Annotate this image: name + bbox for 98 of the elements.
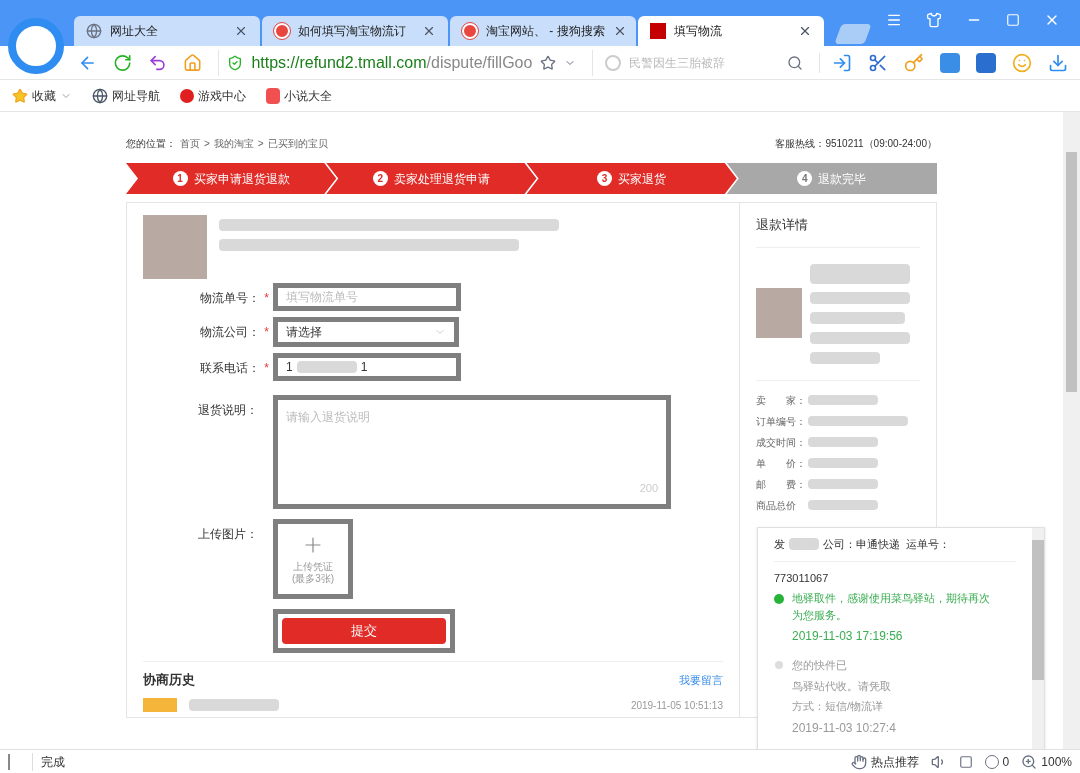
select-field[interactable]: 请选择 <box>273 317 459 347</box>
tracking-message: 方式：短信/物流详 <box>792 699 885 714</box>
status-text: 完成 <box>32 752 65 771</box>
hot-link[interactable]: 热点推荐 <box>870 752 919 771</box>
tracking-message: 您的快件已 <box>792 658 848 673</box>
sogou-logo-icon <box>274 23 290 39</box>
bookmark-link[interactable]: 收藏 <box>12 86 72 105</box>
close-icon[interactable] <box>422 24 436 38</box>
detail-label: 成交时间： <box>756 435 804 450</box>
field-value: 1 <box>286 359 293 376</box>
shirt-icon[interactable] <box>926 12 942 28</box>
blurred-text <box>296 361 357 373</box>
address-field[interactable]: https://refund2.tmall.com/dispute/fillGoo <box>218 49 577 76</box>
globe-icon <box>86 23 102 39</box>
input-field[interactable]: 1 1 <box>273 353 461 381</box>
tracking-header: 公司：申通快递 运单号： <box>823 537 951 552</box>
blurred-text <box>808 395 878 405</box>
download-icon[interactable] <box>1048 52 1068 73</box>
zoom-level: 100% <box>1041 753 1072 771</box>
required-mark: * <box>264 360 269 377</box>
panel-title: 退款详情 <box>756 215 920 248</box>
ad-count: 0 <box>1002 753 1010 771</box>
blurred-text <box>808 458 878 468</box>
blurred-text <box>808 479 878 489</box>
blurred-text <box>810 351 880 364</box>
field-label: 联系电话： <box>200 360 261 377</box>
hand-icon[interactable] <box>850 753 867 770</box>
field-label: 物流公司： <box>200 324 261 341</box>
progress-step: 4 退款完毕 <box>726 163 937 194</box>
blurred-text <box>789 538 819 551</box>
tracking-number: 773011067 <box>774 570 830 586</box>
submit-button[interactable]: 提交 <box>282 618 446 644</box>
field-label: 物流单号： <box>200 290 261 307</box>
refresh-icon[interactable] <box>113 52 133 73</box>
shield-icon <box>227 54 244 71</box>
breadcrumb-link[interactable]: 我的淘宝 <box>213 136 254 151</box>
timestamp: 2019-11-05 10:51:13 <box>630 698 723 713</box>
key-icon[interactable] <box>904 52 924 73</box>
hotline-text: 客服热线：9510211（09:00-24:00） <box>775 137 937 151</box>
search-icon[interactable] <box>787 54 803 71</box>
close-icon[interactable] <box>234 24 248 38</box>
progress-step: 3 买家退货 <box>526 163 737 194</box>
zoom-icon[interactable] <box>1021 753 1038 770</box>
breadcrumb-link[interactable]: 已买到的宝贝 <box>267 136 328 151</box>
detail-label: 邮 费： <box>756 477 804 492</box>
bookmark-link[interactable]: 网址导航 <box>92 86 160 105</box>
detail-label: 商品总价 <box>756 498 797 513</box>
field-label: 上传图片： <box>198 526 258 543</box>
bookmark-link[interactable]: 小说大全 <box>266 86 332 105</box>
breadcrumb-label: 您的位置： <box>126 137 176 151</box>
section-title: 协商历史 <box>143 671 195 689</box>
blurred-text <box>808 437 878 447</box>
home-icon[interactable] <box>183 52 203 73</box>
tmall-logo-icon <box>650 23 666 39</box>
browser-tab[interactable]: 网址大全 <box>74 16 260 46</box>
maximize-icon[interactable] <box>1006 13 1020 27</box>
scissors-icon[interactable] <box>868 52 888 73</box>
tracking-message: 地驿取件，感谢使用菜鸟驿站，期待再次为您服务。 <box>792 591 991 623</box>
blurred-text <box>808 500 878 510</box>
required-mark: * <box>264 290 269 307</box>
login-icon[interactable] <box>832 52 852 73</box>
required-mark: * <box>264 324 269 341</box>
breadcrumb-separator: > <box>204 137 210 151</box>
breadcrumb-link[interactable]: 首页 <box>180 136 200 151</box>
sogou-logo-icon <box>462 23 478 39</box>
menu-icon[interactable] <box>886 12 902 28</box>
sogou-logo-icon <box>605 54 622 71</box>
detail-label: 卖 家： <box>756 393 804 408</box>
photo-placeholder <box>756 287 802 338</box>
tracking-message: 鸟驿站代收。请凭取 <box>792 678 892 694</box>
photo-placeholder <box>143 215 207 279</box>
star-icon <box>12 87 28 104</box>
window-icon[interactable] <box>958 754 973 769</box>
progress-step: 1 买家申请退货退款 <box>126 163 337 194</box>
breadcrumb-separator: > <box>257 137 264 151</box>
bookmark-link[interactable]: 游戏中心 <box>180 86 246 105</box>
leave-message-link[interactable]: 我要留言 <box>679 671 723 688</box>
detail-label: 订单编号： <box>756 414 804 429</box>
book-logo-icon <box>266 87 280 104</box>
smiley-icon[interactable] <box>1012 52 1032 73</box>
game-logo-icon <box>180 88 194 103</box>
star-icon[interactable] <box>540 54 557 71</box>
globe-icon <box>92 87 108 104</box>
field-value: 1 <box>360 359 368 376</box>
tracking-time: 2019-11-03 17:19:56 <box>792 628 904 645</box>
close-icon[interactable] <box>798 24 812 38</box>
browser-tab[interactable]: 淘宝网站、 - 搜狗搜索 <box>450 16 636 46</box>
new-tab-button[interactable] <box>834 24 872 44</box>
detail-label: 单 价： <box>756 456 804 471</box>
browser-tab[interactable]: 填写物流 <box>638 16 824 46</box>
field-placeholder: 请输入退货说明 <box>286 409 371 426</box>
tracking-header: 发 <box>774 537 785 552</box>
progress-step: 2 卖家处理退货申请 <box>326 163 537 194</box>
avatar-icon <box>143 698 177 712</box>
tracking-time: 2019-11-03 10:27:4 <box>792 719 896 737</box>
field-placeholder: 填写物流单号 <box>286 289 358 306</box>
browser-tab[interactable]: 如何填写淘宝物流订 <box>262 16 448 46</box>
field-label: 退货说明： <box>198 402 258 419</box>
